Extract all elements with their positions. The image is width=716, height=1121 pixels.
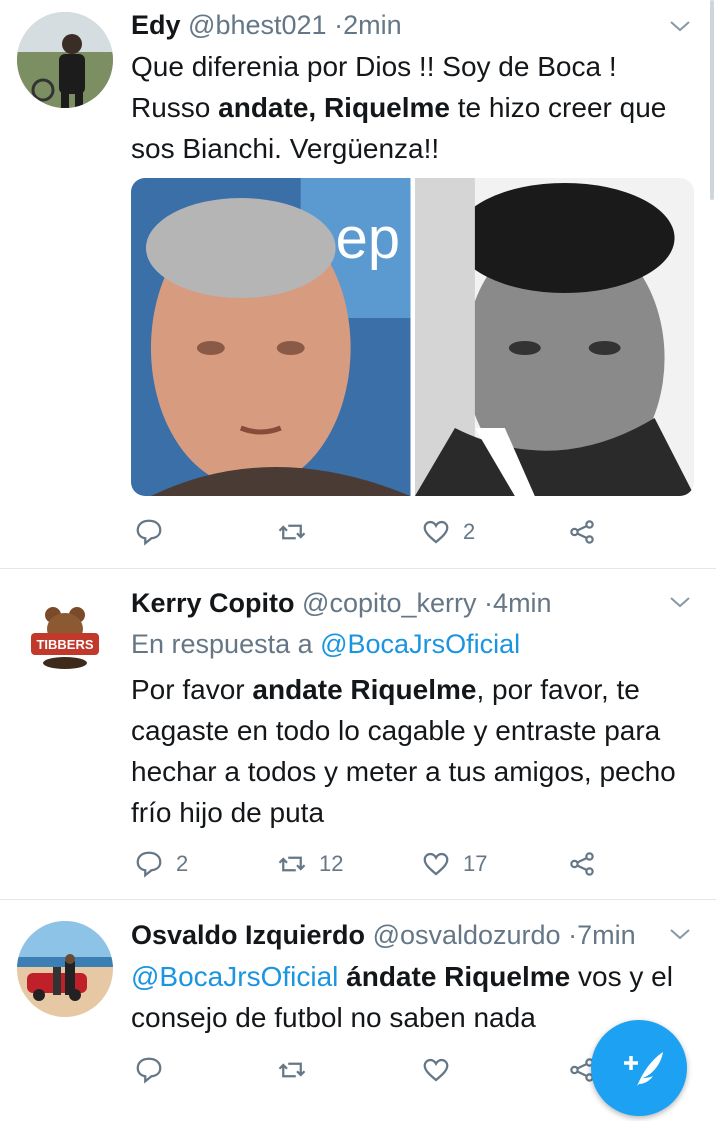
reply-icon	[136, 1057, 162, 1084]
reply-button[interactable]	[134, 1055, 176, 1085]
timestamp: 2min	[343, 10, 402, 40]
text-segment	[338, 961, 346, 992]
mention-link[interactable]: @BocaJrsOficial	[131, 961, 338, 992]
tweet-header: Edy @bhest021 ·2min	[131, 9, 402, 41]
reply-count: 2	[176, 851, 189, 876]
reply-icon	[136, 851, 162, 878]
reply-icon	[136, 519, 162, 546]
share-button[interactable]	[567, 849, 597, 879]
display-name[interactable]: Kerry Copito	[131, 588, 295, 618]
avatar-logo-text: TIBBERS	[36, 637, 93, 652]
retweet-button[interactable]: 12	[277, 849, 343, 879]
avatar[interactable]	[17, 921, 113, 1017]
heart-icon	[423, 852, 449, 876]
reply-button[interactable]: 2	[134, 849, 188, 879]
photo-left[interactable]: ep	[131, 178, 411, 496]
chevron-down-icon[interactable]	[668, 14, 692, 38]
tweet-kerry-copito[interactable]: TIBBERS Kerry Copito @copito_kerry ·4min…	[0, 569, 716, 899]
like-count: 17	[463, 851, 488, 876]
text-bold: andate, Riquelme	[218, 92, 450, 123]
reply-button[interactable]	[134, 517, 176, 547]
mention-link[interactable]: @BocaJrsOficial	[320, 629, 520, 659]
like-count: 2	[463, 519, 476, 544]
separator: ·	[334, 10, 344, 40]
share-icon	[570, 852, 594, 876]
tweet-media[interactable]: ep	[131, 178, 694, 496]
display-name[interactable]: Osvaldo Izquierdo	[131, 920, 365, 950]
separator: ·	[568, 920, 578, 950]
heart-icon	[423, 520, 449, 544]
tweet-text: Que diferenia por Dios !! Soy de Boca ! …	[131, 46, 696, 169]
timestamp: 7min	[577, 920, 636, 950]
tweet-header: Kerry Copito @copito_kerry ·4min	[131, 587, 552, 619]
heart-icon	[423, 1058, 449, 1082]
tweet-header: Osvaldo Izquierdo @osvaldozurdo ·7min	[131, 919, 636, 951]
chevron-down-icon[interactable]	[668, 922, 692, 946]
tweet-edy[interactable]: Edy @bhest021 ·2min Que diferenia por Di…	[0, 0, 716, 568]
avatar[interactable]: TIBBERS	[17, 589, 113, 685]
like-button[interactable]	[421, 1055, 463, 1085]
avatar[interactable]	[17, 12, 113, 108]
text-bold: ándate Riquelme	[346, 961, 571, 992]
share-button[interactable]	[567, 517, 597, 547]
like-button[interactable]: 17	[421, 849, 487, 879]
like-button[interactable]: 2	[421, 517, 475, 547]
retweet-button[interactable]	[277, 1055, 319, 1085]
retweet-icon	[278, 1062, 306, 1078]
text-bold: andate Riquelme	[252, 674, 477, 705]
share-icon	[570, 520, 594, 544]
retweet-button[interactable]	[277, 517, 319, 547]
compose-tweet-button[interactable]	[591, 1020, 687, 1116]
retweet-icon	[278, 524, 306, 540]
retweet-count: 12	[319, 851, 344, 876]
compose-feather-icon	[624, 1052, 663, 1086]
display-name[interactable]: Edy	[131, 10, 181, 40]
reply-prefix: En respuesta a	[131, 629, 321, 659]
reply-context: En respuesta a @BocaJrsOficial	[131, 628, 520, 660]
user-handle[interactable]: @osvaldozurdo	[373, 920, 561, 950]
user-handle[interactable]: @copito_kerry	[302, 588, 476, 618]
svg-text:ep: ep	[336, 207, 400, 271]
timestamp: 4min	[493, 588, 552, 618]
retweet-icon	[278, 856, 306, 872]
photo-right[interactable]	[414, 178, 694, 496]
user-handle[interactable]: @bhest021	[188, 10, 327, 40]
separator: ·	[484, 588, 494, 618]
chevron-down-icon[interactable]	[668, 590, 692, 614]
text-segment: Por favor	[131, 674, 253, 705]
tweet-text: Por favor andate Riquelme, por favor, te…	[131, 669, 696, 833]
